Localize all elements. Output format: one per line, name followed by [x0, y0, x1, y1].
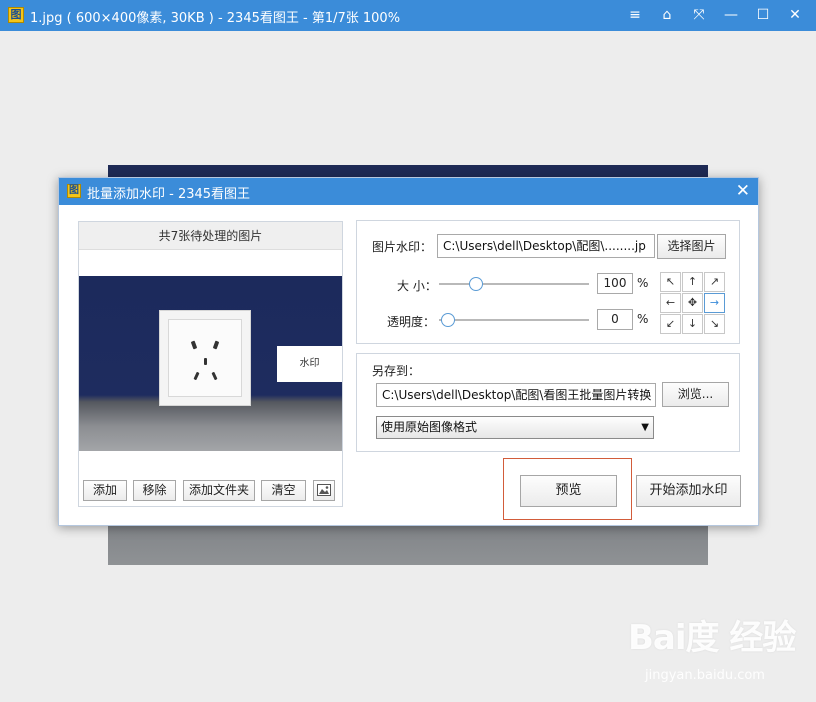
start-watermark-button[interactable]: 开始添加水印	[636, 475, 741, 507]
save-to-group: 另存到： C:\Users\dell\Desktop\配图\看图王批量图片转换 …	[356, 353, 740, 452]
image-preview[interactable]: 水印	[79, 276, 342, 451]
dropdown-arrow-icon: ▼	[641, 422, 649, 433]
dialog-close-icon[interactable]: ✕	[736, 181, 750, 201]
dialog-title-bar: 图 批量添加水印 - 2345看图王 ✕	[59, 178, 758, 205]
save-path-field[interactable]: C:\Users\dell\Desktop\配图\看图王批量图片转换	[376, 383, 656, 407]
socket-image	[159, 310, 251, 406]
watermark-settings-group: 图片水印： C:\Users\dell\Desktop\配图\........j…	[356, 220, 740, 344]
baidu-jingyan-logo: Bai度 经验	[628, 618, 796, 658]
opacity-slider[interactable]	[439, 319, 589, 321]
size-label: 大 小：	[397, 279, 437, 293]
position-bottom-center[interactable]: ↓	[682, 314, 703, 334]
maximize-icon[interactable]: ☐	[754, 6, 772, 24]
size-slider-thumb[interactable]	[469, 277, 483, 291]
browse-button[interactable]: 浏览...	[662, 382, 729, 407]
select-image-button[interactable]: 选择图片	[657, 234, 726, 259]
add-button[interactable]: 添加	[83, 480, 127, 501]
size-slider[interactable]	[439, 283, 589, 285]
baidu-jingyan-url: jingyan.baidu.com	[645, 668, 765, 683]
image-list-panel: 共7张待处理的图片 水印 添加 移除 添加文件夹 清空	[78, 221, 343, 507]
dialog-title: 批量添加水印 - 2345看图王	[87, 187, 251, 202]
clear-button[interactable]: 清空	[261, 480, 306, 501]
position-bottom-left[interactable]: ↙	[660, 314, 681, 334]
position-middle-right[interactable]: →	[704, 293, 725, 313]
remove-button[interactable]: 移除	[133, 480, 176, 501]
save-to-label: 另存到：	[372, 364, 421, 378]
format-select[interactable]: 使用原始图像格式 ▼	[376, 416, 654, 439]
position-center[interactable]: ✥	[682, 293, 703, 313]
format-select-value: 使用原始图像格式	[381, 420, 478, 434]
position-top-right[interactable]: ↗	[704, 272, 725, 292]
menu-icon[interactable]: ≡	[626, 6, 644, 24]
close-icon[interactable]: ✕	[786, 6, 804, 24]
image-watermark-label: 图片水印：	[372, 240, 433, 254]
dialog-app-icon: 图	[67, 184, 81, 198]
skin-icon[interactable]: ⌂	[658, 6, 676, 24]
window-title: 1.jpg ( 600×400像素, 30KB ) - 2345看图王 - 第1…	[30, 11, 401, 26]
opacity-slider-thumb[interactable]	[441, 313, 455, 327]
position-top-left[interactable]: ↖	[660, 272, 681, 292]
image-icon[interactable]	[313, 480, 335, 501]
watermark-path-field[interactable]: C:\Users\dell\Desktop\配图\........jp	[437, 234, 655, 258]
opacity-percent-label: %	[637, 312, 649, 326]
app-logo-icon: 图	[8, 7, 24, 23]
opacity-label: 透明度：	[387, 315, 436, 329]
fullscreen-icon[interactable]: ⤧	[690, 6, 708, 24]
size-percent-label: %	[637, 276, 649, 290]
position-bottom-right[interactable]: ↘	[704, 314, 725, 334]
minimize-icon[interactable]: —	[722, 6, 740, 24]
watermark-preview: 水印	[277, 346, 342, 382]
batch-watermark-dialog: 图 批量添加水印 - 2345看图王 ✕ 共7张待处理的图片 水印 添加 移除 …	[58, 177, 759, 526]
list-buttons: 添加 移除 添加文件夹 清空	[79, 480, 342, 504]
add-folder-button[interactable]: 添加文件夹	[183, 480, 255, 501]
position-top-center[interactable]: ↑	[682, 272, 703, 292]
size-value-input[interactable]: 100	[597, 273, 633, 294]
opacity-value-input[interactable]: 0	[597, 309, 633, 330]
position-middle-left[interactable]: ←	[660, 293, 681, 313]
preview-button[interactable]: 预览	[520, 475, 617, 507]
pending-count-header: 共7张待处理的图片	[79, 222, 342, 250]
window-title-bar: 图 1.jpg ( 600×400像素, 30KB ) - 2345看图王 - …	[0, 0, 816, 31]
